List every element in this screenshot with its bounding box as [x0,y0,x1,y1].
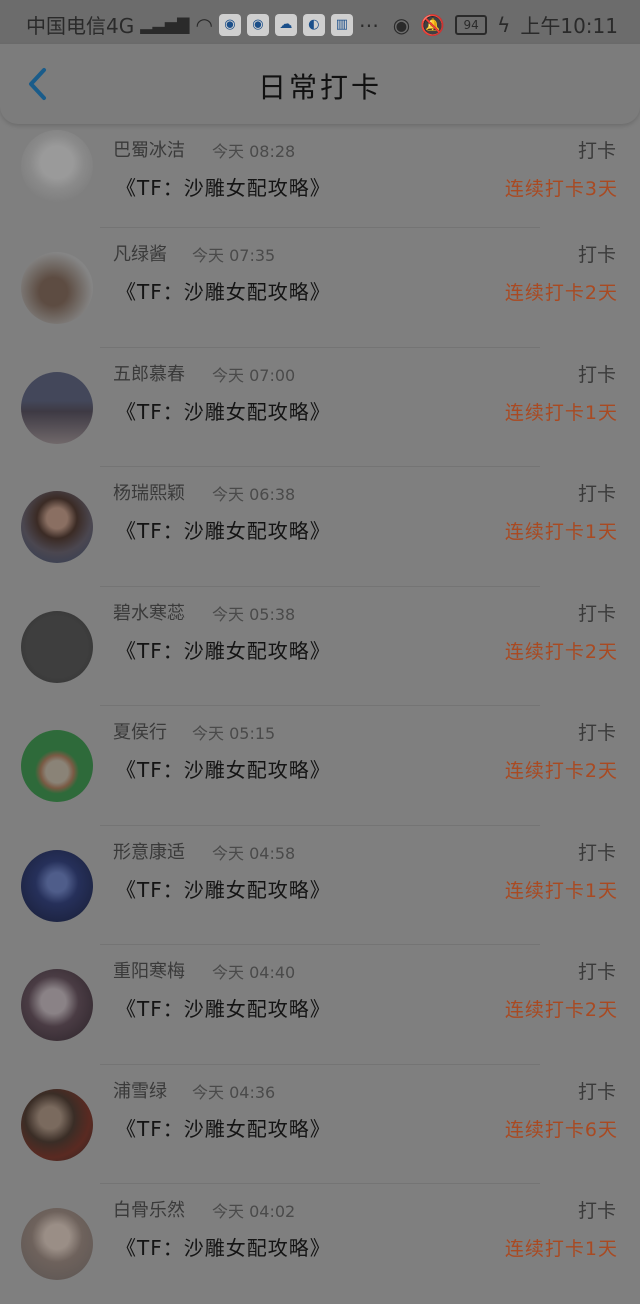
user-name[interactable]: 碧水寒蕊 [113,599,185,625]
avatar[interactable] [21,610,93,683]
streak-label: 连续打卡6天 [504,1118,618,1141]
checkin-time: 今天 08:28 [212,142,296,161]
reader-app-icon: ▥ [330,13,353,36]
book-title[interactable]: 《TF：沙雕女配攻略》 [116,874,331,903]
book-title[interactable]: 《TF：沙雕女配攻略》 [116,993,331,1022]
list-item[interactable]: 杨瑞熙颖 今天 06:38 《TF：沙雕女配攻略》 打卡 连续打卡1天 [0,467,640,587]
streak-label: 连续打卡1天 [504,401,618,424]
checkin-label: 打卡 [577,841,616,864]
checkin-label: 打卡 [577,483,616,505]
list-item[interactable]: 五郎慕春 今天 07:00 《TF：沙雕女配攻略》 打卡 连续打卡1天 [0,348,640,467]
list-item[interactable]: 浦雪绿 今天 04:36 《TF：沙雕女配攻略》 打卡 连续打卡6天 [0,1065,640,1184]
weather-app-icon: ☁ [274,13,297,36]
checkin-label: 打卡 [577,602,616,625]
checkin-label: 打卡 [577,722,616,744]
user-name[interactable]: 巴蜀冰洁 [113,136,185,162]
list-item[interactable]: 重阳寒梅 今天 04:40 《TF：沙雕女配攻略》 打卡 连续打卡2天 [0,945,640,1065]
book-title[interactable]: 《TF：沙雕女配攻略》 [116,276,331,305]
avatar[interactable] [21,1088,93,1161]
avatar[interactable] [21,491,93,563]
user-name[interactable]: 杨瑞熙颖 [113,479,185,505]
streak-label: 连续打卡1天 [504,1238,618,1260]
user-name[interactable]: 夏侯行 [113,718,167,744]
streak-label: 连续打卡2天 [504,760,618,782]
checkin-label: 打卡 [577,244,616,266]
avatar[interactable] [21,252,93,324]
list-item[interactable]: 白骨乐然 今天 04:02 《TF：沙雕女配攻略》 打卡 连续打卡1天 [0,1184,640,1304]
checkin-label: 打卡 [577,363,616,386]
checkin-list: 巴蜀冰洁 今天 08:28 《TF：沙雕女配攻略》 打卡 连续打卡3天 凡绿酱 … [0,124,640,1304]
carrier-label: 中国电信4G [26,14,135,38]
checkin-time: 今天 05:15 [192,724,276,743]
avatar[interactable] [21,371,93,444]
avatar[interactable] [21,1208,93,1280]
checkin-label: 打卡 [577,961,616,983]
book-title[interactable]: 《TF：沙雕女配攻略》 [116,635,331,664]
user-name[interactable]: 浦雪绿 [113,1077,167,1103]
battery-level: 94 [463,17,479,32]
checkin-time: 今天 06:38 [212,485,296,504]
book-title[interactable]: 《TF：沙雕女配攻略》 [116,172,331,201]
app-notification-icon: ◉ [218,13,241,36]
book-title[interactable]: 《TF：沙雕女配攻略》 [116,1232,331,1261]
list-item[interactable]: 形意康适 今天 04:58 《TF：沙雕女配攻略》 打卡 连续打卡1天 [0,826,640,945]
checkin-time: 今天 05:38 [212,604,296,624]
checkin-time: 今天 07:00 [212,365,296,385]
checkin-time: 今天 04:36 [192,1082,276,1102]
mute-bell-icon: 🔕 [420,12,446,37]
avatar[interactable] [21,730,93,802]
user-name[interactable]: 白骨乐然 [113,1196,185,1222]
checkin-label: 打卡 [577,140,616,162]
header-bar: 日常打卡 [0,44,640,124]
user-name[interactable]: 五郎慕春 [113,360,185,386]
status-right: ◉ 🔕 94 ϟ 上午10:11 [393,10,618,39]
status-left: 中国电信4G ▂▃▅▇ ◠ ◉ ◉ ☁ ◐ ▥ ⋯ [26,10,379,39]
list-item[interactable]: 碧水寒蕊 今天 05:38 《TF：沙雕女配攻略》 打卡 连续打卡2天 [0,587,640,706]
app-notification-icon: ◉ [246,13,269,36]
eye-icon: ◉ [392,12,411,37]
book-title[interactable]: 《TF：沙雕女配攻略》 [116,515,331,544]
checkin-label: 打卡 [577,1200,616,1222]
checkin-time: 今天 04:40 [212,963,296,982]
streak-label: 连续打卡1天 [504,879,618,902]
book-title[interactable]: 《TF：沙雕女配攻略》 [116,1113,331,1142]
book-title[interactable]: 《TF：沙雕女配攻略》 [116,396,331,425]
list-item[interactable]: 凡绿酱 今天 07:35 《TF：沙雕女配攻略》 打卡 连续打卡2天 [0,228,640,348]
book-title[interactable]: 《TF：沙雕女配攻略》 [116,754,331,783]
list-item[interactable]: 夏侯行 今天 05:15 《TF：沙雕女配攻略》 打卡 连续打卡2天 [0,706,640,826]
avatar[interactable] [21,849,93,922]
clock: 上午10:11 [520,14,618,38]
streak-label: 连续打卡2天 [504,282,618,304]
avatar[interactable] [21,130,93,202]
streak-label: 连续打卡2天 [504,640,618,663]
wifi-icon: ◠ [195,12,213,37]
checkin-time: 今天 04:58 [212,843,296,863]
user-name[interactable]: 凡绿酱 [113,240,167,266]
page-title: 日常打卡 [257,71,382,104]
charging-icon: ϟ [497,12,511,37]
more-notifications-icon: ⋯ [358,12,379,37]
streak-label: 连续打卡3天 [504,178,618,200]
list-item[interactable]: 巴蜀冰洁 今天 08:28 《TF：沙雕女配攻略》 打卡 连续打卡3天 [0,124,640,228]
avatar[interactable] [21,969,93,1041]
signal-icon: ▂▃▅▇ [140,15,190,34]
checkin-label: 打卡 [577,1080,616,1103]
user-name[interactable]: 重阳寒梅 [113,957,185,983]
user-name[interactable]: 形意康适 [113,838,185,864]
streak-label: 连续打卡2天 [504,999,618,1021]
browser-app-icon: ◐ [302,13,325,36]
battery-icon: 94 [455,14,488,35]
streak-label: 连续打卡1天 [504,521,618,543]
checkin-time: 今天 04:02 [212,1202,296,1221]
checkin-time: 今天 07:35 [192,246,276,265]
status-bar: 中国电信4G ▂▃▅▇ ◠ ◉ ◉ ☁ ◐ ▥ ⋯ ◉ 🔕 94 ϟ 上午10:… [0,0,640,44]
